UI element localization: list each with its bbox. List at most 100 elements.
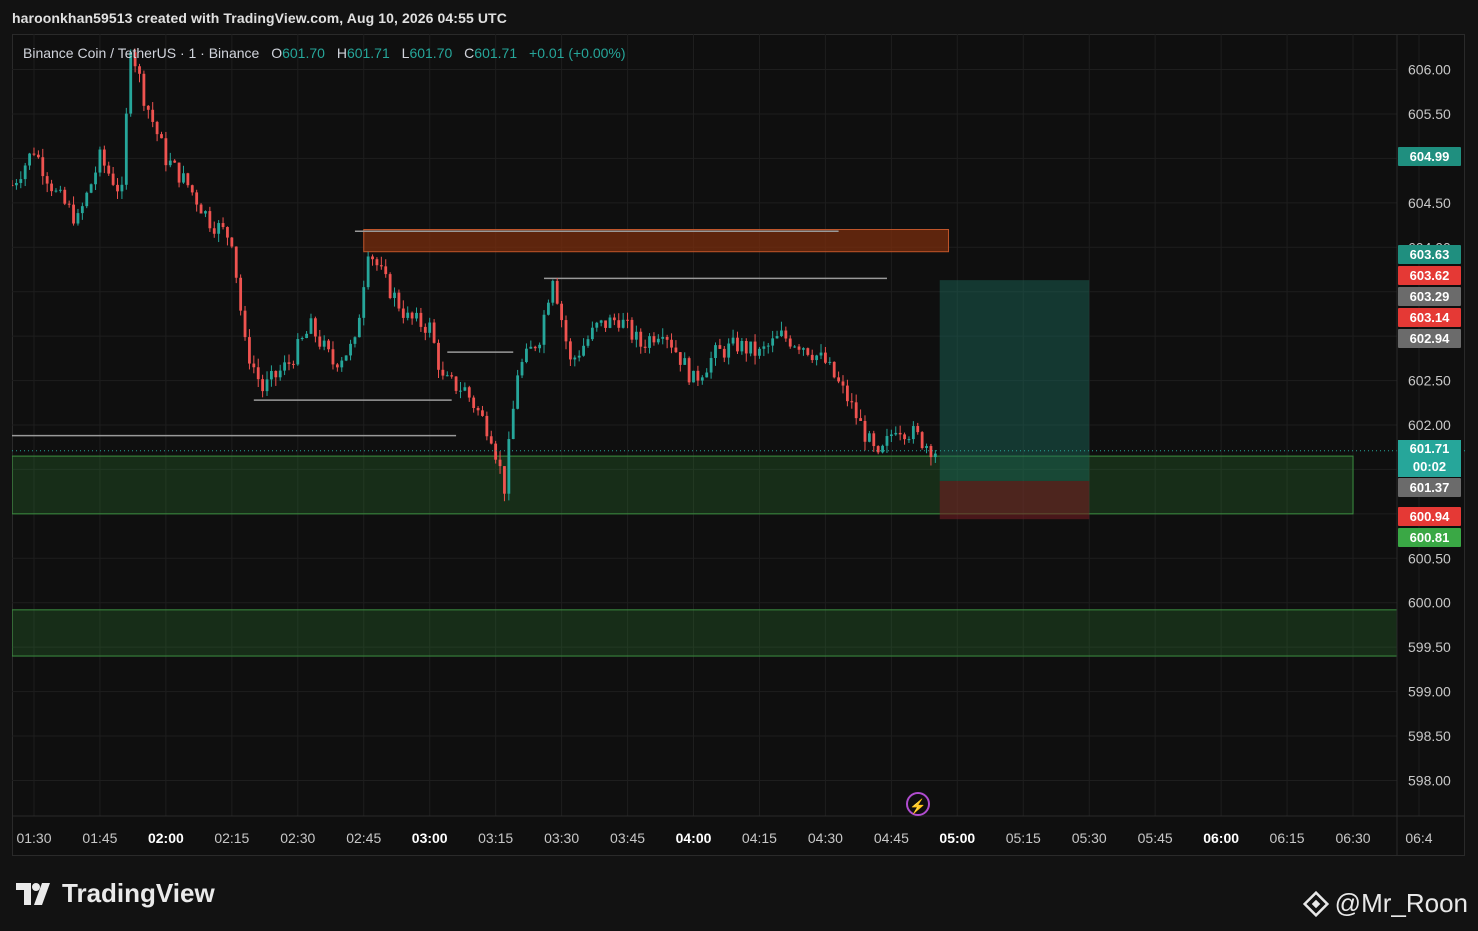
candle-body [445,375,449,377]
candle-body [586,339,590,346]
candle-body [243,310,247,338]
candle-body [911,426,915,440]
candle-body [824,352,827,363]
candle-body [116,184,119,192]
price-tag: 602.94 [1398,329,1461,348]
price-tick-label: 602.50 [1408,373,1451,389]
candle-body [674,347,678,353]
tradingview-logo[interactable]: TradingView [16,878,215,909]
time-tick-label: 02:30 [280,830,315,846]
candle-body [67,203,71,205]
candle-body [793,346,797,348]
price-tick-label: 602.00 [1408,417,1451,433]
candle-body [221,223,225,228]
time-tick-label: 04:15 [742,830,777,846]
candle-body [573,357,577,360]
candle-body [885,436,889,446]
candle-body [758,348,761,356]
candle-body [564,320,568,342]
candle-body [459,390,462,392]
candle-body [375,259,379,266]
time-tick-label: 06:4 [1405,830,1432,846]
candle-body [94,172,97,185]
candle-body [837,377,841,382]
candle-body [736,337,739,352]
candle-body [85,192,89,207]
candle-body [454,376,458,391]
candle-body [700,377,704,381]
candle-body [142,73,146,106]
current-price-value: 601.71 [1409,441,1450,456]
candle-body [14,182,18,186]
candle-body [186,173,190,186]
candle-body [894,432,898,435]
candle-body [678,352,682,365]
candle-body [283,362,287,371]
candle-body [784,330,788,339]
current-price-tag: 601.71 00:02 [1398,440,1461,477]
bar-countdown: 00:02 [1412,459,1447,474]
candle-body [481,410,484,416]
candle-body [102,149,106,166]
zone-supply [363,229,950,253]
candle-body [898,432,902,435]
candle-body [335,364,339,368]
candle-body [802,348,805,350]
candle-body [173,160,177,163]
candle-body [160,134,163,139]
candle-body [146,105,150,110]
candle-body [371,256,374,260]
candle-body [731,337,735,344]
time-tick-label: 05:45 [1138,830,1173,846]
price-tick-label: 604.50 [1408,195,1451,211]
candle-body [863,420,867,442]
symbol-name[interactable]: Binance Coin / TetherUS · 1 · Binance [23,45,259,61]
candle-body [683,358,687,365]
candle-body [287,362,291,364]
candle-body [810,354,814,361]
price-tick-label: 599.50 [1408,639,1451,655]
lightning-icon[interactable]: ⚡ [906,792,930,816]
candle-body [80,206,84,214]
candle-body [50,183,53,192]
candle-body [656,338,660,343]
close-label: C [464,45,475,61]
candle-body [476,408,480,411]
candle-body [670,339,673,348]
candle-body [230,237,234,247]
candle-body [832,361,836,378]
candle-body [12,185,14,187]
candle-body [291,363,295,365]
candle-body [300,338,304,340]
candle-body [727,343,731,358]
time-tick-label: 02:45 [346,830,381,846]
candle-body [859,418,862,421]
candle-body [538,344,542,349]
candle-body [72,204,75,224]
candle-body [353,337,357,344]
candle-body [621,319,625,328]
candle-body [41,157,45,177]
time-tick-label: 06:30 [1336,830,1371,846]
candle-body [595,322,599,328]
price-tag: 600.94 [1398,507,1461,526]
candle-body [652,336,656,343]
time-tick-label: 06:15 [1270,830,1305,846]
candle-body [309,318,313,334]
candle-body [920,432,924,448]
candle-body [164,138,168,166]
candle-body [437,342,440,370]
candle-body [467,387,471,398]
candle-body [841,381,845,386]
candle-body [318,336,322,347]
candle-body [393,292,396,299]
candle-body [889,434,893,437]
candle-body [872,433,876,447]
candle-body [867,433,871,442]
candle-body [357,317,361,338]
time-tick-label: 01:45 [82,830,117,846]
candle-body [428,322,432,333]
candle-body [511,408,515,440]
price-chart[interactable]: 606.00605.50605.00604.50604.00603.50603.… [12,34,1465,856]
candle-body [212,228,216,234]
